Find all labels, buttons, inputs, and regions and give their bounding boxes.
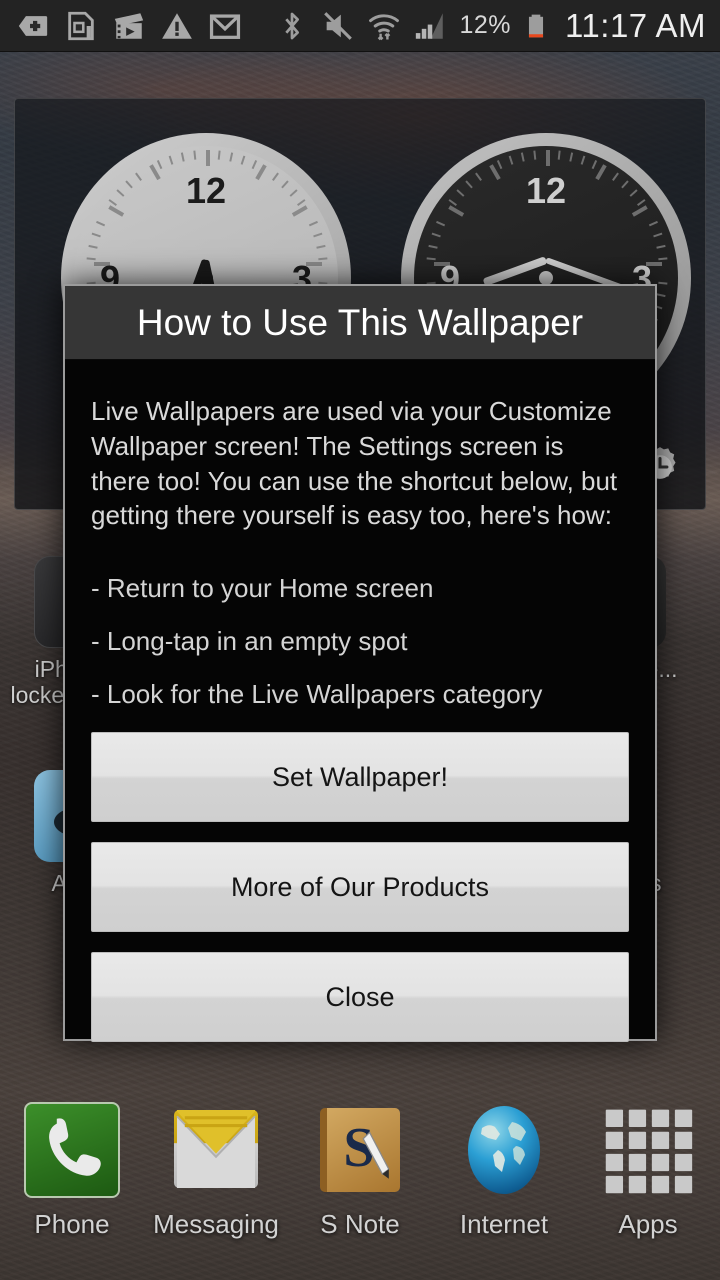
clock-tick	[653, 232, 663, 238]
clock-tick	[656, 244, 666, 249]
status-bar-notifications	[0, 9, 242, 43]
clock-tick	[533, 150, 537, 160]
clock-tick	[229, 152, 234, 162]
dialog-step-3: - Look for the Live Wallpapers category	[91, 679, 543, 710]
dialog-title: How to Use This Wallpaper	[136, 301, 584, 343]
clock-tick	[591, 160, 598, 170]
wifi-icon	[369, 13, 400, 40]
sim-card-icon	[68, 11, 94, 40]
clock-tick	[193, 150, 197, 160]
bluetooth-icon	[285, 12, 300, 39]
set-wallpaper-button[interactable]: Set Wallpaper!	[91, 732, 629, 823]
clock-number-12: 12	[185, 170, 227, 211]
warning-triangle-icon	[162, 12, 192, 39]
movie-clapper-icon	[114, 12, 144, 39]
mute-icon	[324, 11, 353, 40]
clock-tick	[520, 152, 525, 162]
dialog-step-2: - Long-tap in an empty spot	[91, 626, 408, 657]
clock-tick	[217, 150, 221, 160]
clock-tick	[240, 155, 246, 165]
clock-tick	[168, 155, 174, 165]
dock-item-apps[interactable]: Apps	[576, 1102, 720, 1262]
dialog-step-1: - Return to your Home screen	[91, 573, 434, 604]
clock-number-12-dark: 12	[525, 170, 567, 211]
clock-tick	[251, 160, 258, 170]
clock-tick	[180, 152, 185, 162]
clock-tick	[91, 232, 101, 238]
clock-center-pin-dark	[539, 271, 553, 285]
status-bar[interactable]: 12% 11:17 AM	[0, 0, 720, 52]
clock-tick	[88, 244, 98, 249]
gmail-envelope-icon	[209, 13, 241, 39]
phone-handset-icon	[24, 1102, 120, 1198]
dialog-paragraph: Live Wallpapers are used via your Custom…	[91, 396, 618, 531]
close-button[interactable]: Close	[91, 952, 629, 1043]
clock-tick	[428, 244, 438, 249]
clock-tick	[436, 220, 446, 227]
dialog-steps-list: - Return to your Home screen - Long-tap …	[91, 573, 629, 710]
dialog-title-bar: How to Use This Wallpaper	[65, 286, 655, 360]
dock: Phone Messaging S S Note Internet Apps	[0, 1102, 720, 1262]
cellular-signal-icon	[416, 12, 444, 39]
s-note-book-icon: S	[312, 1102, 408, 1198]
dock-label-internet: Internet	[459, 1209, 549, 1239]
dock-label-messaging: Messaging	[153, 1209, 279, 1239]
clock-tick	[206, 150, 210, 166]
clock-tick	[156, 160, 163, 170]
battery-percent-label: 12%	[459, 11, 512, 39]
clock-tick	[580, 155, 586, 165]
clock-tick	[96, 220, 106, 227]
clock-tick	[648, 220, 658, 227]
clock-tick	[557, 150, 561, 160]
sd-card-plus-icon	[18, 15, 48, 36]
clock-center-pin	[199, 271, 213, 285]
dock-item-messaging[interactable]: Messaging	[144, 1102, 288, 1262]
clock-tick	[569, 152, 574, 162]
how-to-use-wallpaper-dialog: How to Use This Wallpaper Live Wallpaper…	[63, 284, 657, 1043]
clock-tick	[508, 155, 514, 165]
dock-label-apps: Apps	[618, 1209, 678, 1239]
status-bar-clock: 11:17 AM	[565, 6, 706, 44]
globe-icon	[456, 1102, 552, 1198]
clock-tick	[496, 160, 503, 170]
clock-tick	[308, 220, 318, 227]
clock-tick	[316, 244, 326, 249]
dock-label-phone: Phone	[34, 1209, 110, 1239]
more-of-our-products-button[interactable]: More of Our Products	[91, 842, 629, 933]
dialog-button-group: Set Wallpaper! More of Our Products Clos…	[65, 732, 655, 1064]
apps-grid-icon	[600, 1102, 696, 1198]
dock-label-s-note: S Note	[320, 1209, 400, 1239]
dock-item-internet[interactable]: Internet	[432, 1102, 576, 1262]
clock-tick	[431, 232, 441, 238]
dialog-body: Live Wallpapers are used via your Custom…	[65, 360, 655, 732]
dock-item-phone[interactable]: Phone	[0, 1102, 144, 1262]
status-bar-system: 12% 11:17 AM	[275, 7, 720, 45]
clock-tick	[313, 232, 323, 238]
dock-item-s-note[interactable]: S S Note	[288, 1102, 432, 1262]
envelope-icon	[168, 1102, 264, 1198]
clock-hour-hand-dark	[482, 256, 548, 287]
clock-tick	[546, 150, 550, 166]
battery-icon	[528, 14, 544, 37]
